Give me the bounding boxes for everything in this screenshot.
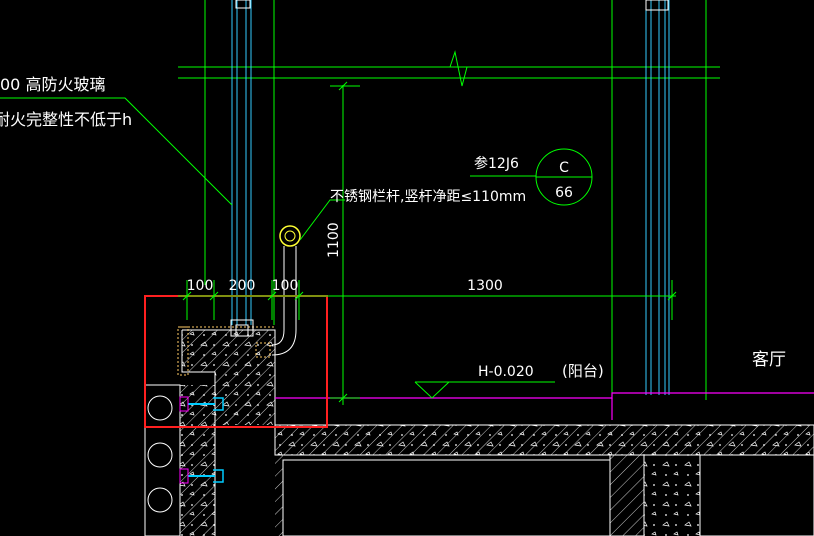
glass-clamp-top bbox=[235, 0, 251, 9]
note-line-2: 耐火完整性不低于h bbox=[0, 110, 132, 129]
cad-drawing: 00 高防火玻璃 耐火完整性不低于h 参12J6 C 66 不锈钢栏杆,竖杆净距… bbox=[0, 0, 814, 536]
wall-blocks bbox=[144, 384, 181, 536]
detail-letter: C bbox=[559, 160, 569, 176]
glass-panel-right bbox=[645, 0, 670, 395]
dim-1300: 1300 bbox=[467, 278, 503, 294]
railing-note: 不锈钢栏杆,竖杆净距≤110mm bbox=[330, 189, 526, 205]
break-line bbox=[178, 50, 720, 87]
floor-line bbox=[275, 392, 814, 420]
elevation-label: H-0.020 bbox=[478, 364, 534, 380]
balcony-label: (阳台) bbox=[562, 362, 604, 380]
dim-200: 200 bbox=[229, 278, 256, 294]
dim-100-a: 100 bbox=[187, 278, 214, 294]
note-line-1: 00 高防火玻璃 bbox=[0, 75, 105, 94]
height-dimension: 1100 bbox=[326, 222, 342, 258]
wall-section bbox=[177, 326, 276, 536]
ref-text: 参12J6 bbox=[474, 155, 519, 172]
glass-panel-left bbox=[231, 0, 252, 325]
floor-slab bbox=[274, 424, 814, 536]
dim-100-b: 100 bbox=[272, 278, 299, 294]
detail-number: 66 bbox=[555, 185, 573, 201]
living-room-label: 客厅 bbox=[752, 350, 786, 370]
